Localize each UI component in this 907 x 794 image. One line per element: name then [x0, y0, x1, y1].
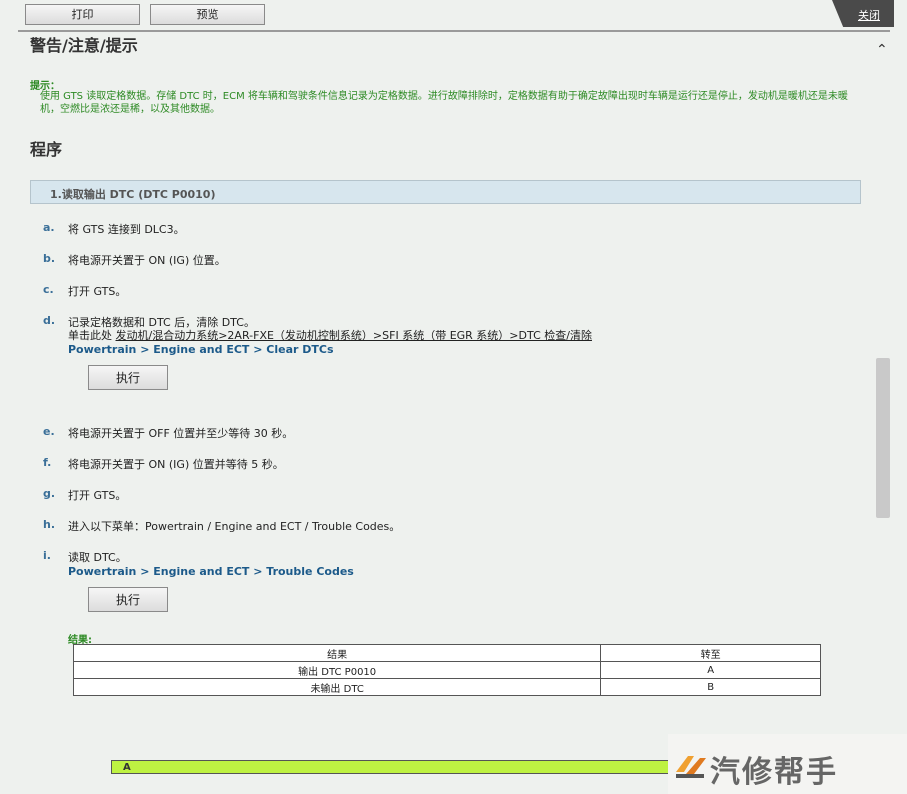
substep-text-c: 打开 GTS。 — [68, 285, 127, 298]
substep-letter-d: d. — [43, 314, 56, 327]
scrollbar-thumb[interactable] — [876, 358, 890, 518]
dtc-check-clear-link[interactable]: 发动机/混合动力系统>2AR-FXE（发动机控制系统）>SFI 系统（带 EGR… — [116, 329, 592, 342]
substep-letter-e: e. — [43, 425, 55, 438]
substep-text-i: 读取 DTC。 — [68, 551, 127, 564]
procedure-heading: 程序 — [30, 140, 63, 159]
substep-letter-c: c. — [43, 283, 54, 296]
result-table: 结果 转至 输出 DTC P0010 A 未输出 DTC B — [72, 644, 821, 696]
preview-button[interactable]: 预览 — [150, 4, 265, 25]
table-header-cell: 转至 — [600, 644, 821, 662]
print-button[interactable]: 打印 — [25, 4, 140, 25]
table-cell: A — [600, 661, 821, 679]
substep-text-a: 将 GTS 连接到 DLC3。 — [68, 223, 185, 236]
toolbar-divider — [18, 30, 890, 32]
step-title: 1.读取输出 DTC (DTC P0010) — [50, 188, 216, 201]
chevron-up-icon[interactable]: ⌃ — [876, 42, 888, 58]
table-row: 未输出 DTC B — [72, 678, 821, 696]
execute-trouble-codes-button[interactable]: 执行 — [88, 587, 168, 612]
dtc-clear-link-line: 单击此处 发动机/混合动力系统>2AR-FXE（发动机控制系统）>SFI 系统（… — [68, 327, 592, 343]
table-cell: B — [600, 678, 821, 696]
trouble-codes-menu-path: Powertrain > Engine and ECT > Trouble Co… — [68, 565, 354, 578]
table-cell: 未输出 DTC — [72, 678, 602, 696]
watermark-logo-icon — [676, 756, 706, 778]
substep-letter-g: g. — [43, 487, 56, 500]
hint-text: 使用 GTS 读取定格数据。存储 DTC 时，ECM 将车辆和驾驶条件信息记录为… — [40, 91, 848, 115]
table-header-cell: 结果 — [72, 644, 602, 662]
execute-clear-dtcs-button[interactable]: 执行 — [88, 365, 168, 390]
substep-letter-a: a. — [43, 221, 55, 234]
substep-text-h: 进入以下菜单：Powertrain / Engine and ECT / Tro… — [68, 520, 401, 533]
close-link[interactable]: 关闭 — [858, 7, 880, 23]
warning-heading: 警告/注意/提示 — [30, 36, 138, 55]
substep-text-b: 将电源开关置于 ON (IG) 位置。 — [68, 254, 226, 267]
substep-letter-h: h. — [43, 518, 56, 531]
link-prefix: 单击此处 — [68, 329, 116, 342]
substep-letter-b: b. — [43, 252, 56, 265]
table-row: 输出 DTC P0010 A — [72, 661, 821, 679]
substep-letter-f: f. — [43, 456, 52, 469]
substep-text-g: 打开 GTS。 — [68, 489, 127, 502]
watermark-text: 汽修帮手 — [710, 755, 838, 790]
clear-dtcs-menu-path: Powertrain > Engine and ECT > Clear DTCs — [68, 343, 334, 356]
table-cell: 输出 DTC P0010 — [72, 661, 602, 679]
substep-text-e: 将电源开关置于 OFF 位置并至少等待 30 秒。 — [68, 427, 294, 440]
result-a-label: A — [123, 762, 131, 773]
table-header-row: 结果 转至 — [72, 644, 821, 662]
substep-letter-i: i. — [43, 549, 51, 562]
substep-text-f: 将电源开关置于 ON (IG) 位置并等待 5 秒。 — [68, 458, 284, 471]
